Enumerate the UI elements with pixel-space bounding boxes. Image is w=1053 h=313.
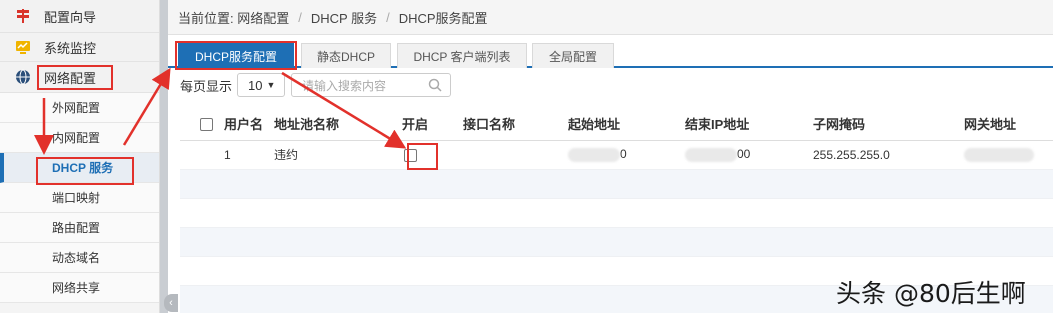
- select-all-checkbox[interactable]: [200, 118, 213, 132]
- column-header-interface[interactable]: 接口名称: [463, 108, 568, 141]
- breadcrumb-item: DHCP服务配置: [398, 10, 488, 26]
- table-row-empty: [180, 227, 1053, 257]
- row-select-cell: [180, 140, 224, 170]
- sidebar-subitem-wan[interactable]: 外网配置: [0, 93, 159, 123]
- cell-interface: [463, 140, 568, 170]
- redacted-ip: [964, 147, 1034, 162]
- caret-down-icon: ▼: [266, 80, 276, 90]
- sidebar-item-wizard[interactable]: 配置向导: [0, 0, 159, 33]
- redacted-ip: [568, 147, 620, 162]
- sidebar-subitem-label: 网络共享: [52, 281, 101, 295]
- table-toolbar: 每页显示 10 ▼ 请输入搜索内容: [168, 68, 1053, 102]
- column-header-pool-name[interactable]: 地址池名称: [274, 108, 402, 141]
- breadcrumb-item[interactable]: 网络配置: [237, 8, 289, 27]
- wizard-icon: [17, 9, 29, 23]
- sidebar-subitem-label: 动态域名: [52, 251, 101, 265]
- breadcrumb-prefix: 当前位置:: [178, 10, 238, 26]
- sidebar-subitem-label: 路由配置: [52, 221, 101, 235]
- sidebar-subitem-network-share[interactable]: 网络共享: [0, 273, 159, 303]
- per-page-value: 10: [248, 77, 263, 93]
- column-header-subnet-mask[interactable]: 子网掩码: [813, 108, 964, 141]
- sidebar-item-label: 配置向导: [44, 9, 97, 25]
- cell-username: 1: [224, 140, 274, 170]
- globe-icon: [16, 69, 30, 85]
- sidebar-subitem-lan[interactable]: 内网配置: [0, 123, 159, 153]
- tab-dhcp-client-list[interactable]: DHCP 客户端列表: [397, 43, 527, 68]
- sidebar-item-label: 系统监控: [44, 40, 97, 56]
- per-page-select[interactable]: 10 ▼: [237, 73, 286, 97]
- annotation-box-tab: [175, 41, 297, 70]
- cell-start-ip: 0: [568, 140, 685, 170]
- column-header-gateway[interactable]: 网关地址: [964, 108, 1053, 141]
- end-ip-suffix: 00: [737, 147, 751, 162]
- breadcrumb-item[interactable]: DHCP 服务: [311, 8, 377, 27]
- table-row[interactable]: 1 违约 0 00 255.255.255.0: [180, 140, 1053, 170]
- annotation-box-network: [37, 65, 113, 90]
- sidebar-subitem-port-mapping[interactable]: 端口映射: [0, 183, 159, 213]
- sidebar-subitem-label: 内网配置: [52, 131, 101, 145]
- table-row-empty: [180, 169, 1053, 199]
- tab-label: DHCP 客户端列表: [413, 49, 511, 64]
- tab-label: 全局配置: [548, 49, 597, 64]
- monitor-icon: [16, 41, 30, 54]
- sidebar-item-monitor[interactable]: 系统监控: [0, 33, 159, 62]
- select-all-checkbox-cell: [180, 108, 224, 141]
- table-row-empty: [180, 198, 1053, 228]
- tab-static-dhcp[interactable]: 静态DHCP: [301, 43, 391, 68]
- cell-end-ip: 00: [685, 140, 813, 170]
- per-page-label: 每页显示: [180, 78, 233, 94]
- redacted-ip: [685, 147, 737, 162]
- sidebar-subitem-label: 端口映射: [52, 191, 101, 205]
- sidebar-subitem-ddns[interactable]: 动态域名: [0, 243, 159, 273]
- sidebar-divider[interactable]: [160, 0, 168, 313]
- cell-subnet-mask: 255.255.255.0: [813, 140, 964, 170]
- annotation-box-dhcp: [36, 157, 134, 185]
- start-ip-suffix: 0: [620, 147, 627, 162]
- column-header-username[interactable]: 用户名: [224, 108, 274, 141]
- cell-pool-name: 违约: [274, 140, 402, 170]
- search-input[interactable]: 请输入搜索内容: [291, 73, 452, 97]
- cell-gateway: [964, 140, 1053, 170]
- tab-bar: DHCP服务配置 静态DHCP DHCP 客户端列表 全局配置: [168, 35, 1053, 68]
- search-icon[interactable]: [428, 78, 442, 92]
- tab-label: 静态DHCP: [316, 49, 375, 64]
- table-header-row: 用户名 地址池名称 开启 接口名称 起始地址 结束IP地址 子网掩码 网关地址: [180, 108, 1053, 141]
- search-placeholder: 请输入搜索内容: [302, 78, 387, 93]
- tab-global-config[interactable]: 全局配置: [532, 43, 614, 68]
- sidebar-subitem-label: 外网配置: [52, 101, 101, 115]
- column-header-start-ip[interactable]: 起始地址: [568, 108, 685, 141]
- watermark: 头条 @80后生啊: [836, 279, 1026, 308]
- annotation-box-checkbox: [407, 143, 438, 170]
- breadcrumb-separator: /: [298, 9, 302, 25]
- sidebar-subitem-routing[interactable]: 路由配置: [0, 213, 159, 243]
- app-window: 配置向导 系统监控 网络配置 外网配置 内网配置 DHCP 服务 端口映射 路由…: [0, 0, 1053, 313]
- column-header-enabled[interactable]: 开启: [402, 108, 463, 141]
- breadcrumb-separator: /: [386, 9, 390, 25]
- breadcrumb: 当前位置: 网络配置 / DHCP 服务 / DHCP服务配置: [168, 0, 1053, 35]
- column-header-end-ip[interactable]: 结束IP地址: [685, 108, 813, 141]
